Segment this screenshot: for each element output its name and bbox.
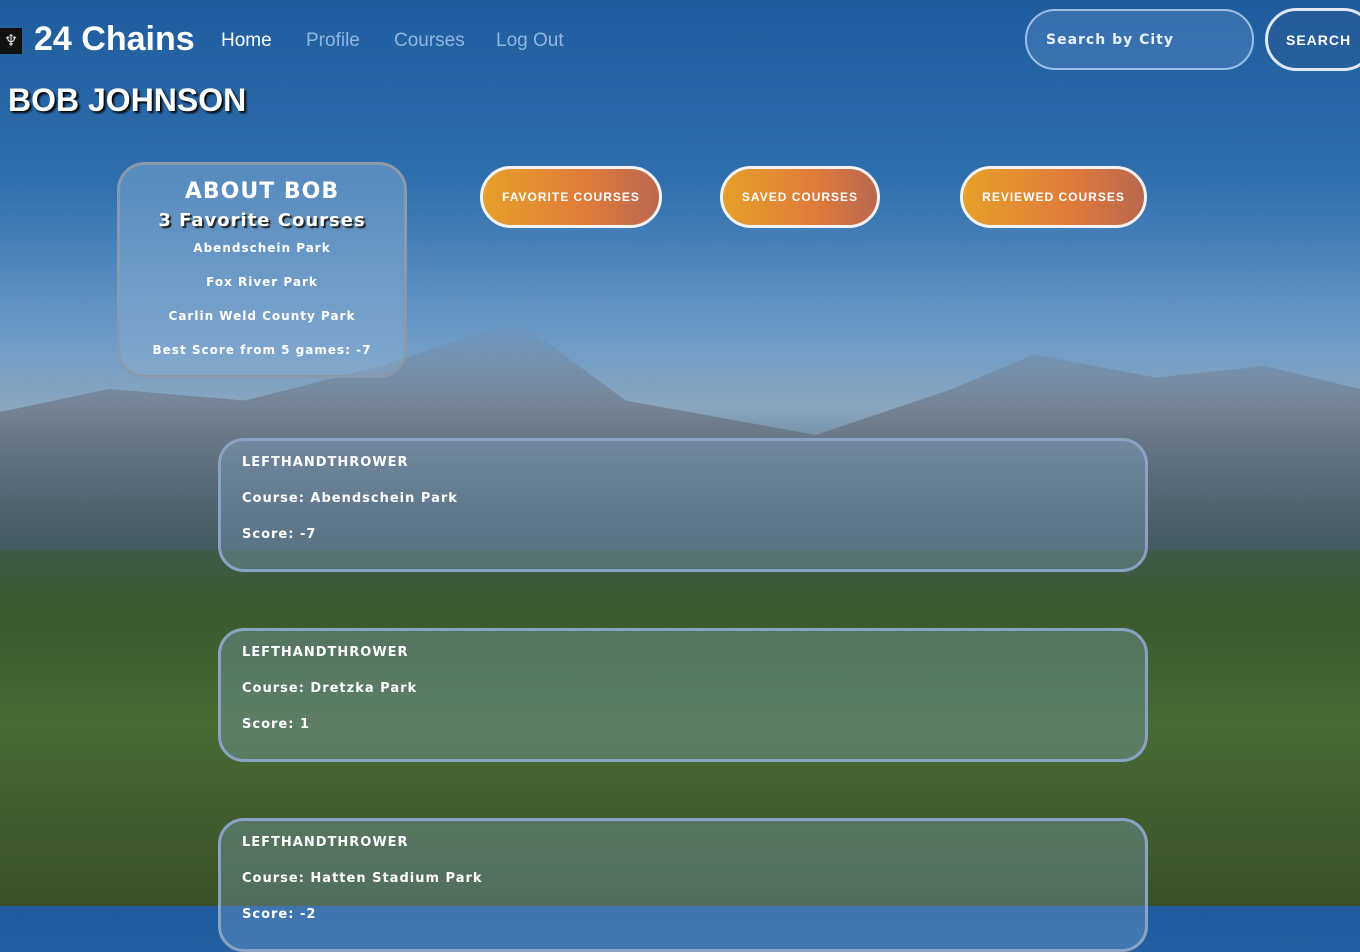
review-score: Score: -7 bbox=[242, 527, 317, 542]
review-course: Course: Dretzka Park bbox=[242, 681, 418, 696]
brand-link[interactable]: 24 Chains bbox=[34, 20, 195, 59]
search-button[interactable]: SEARCH bbox=[1265, 8, 1360, 71]
page-title: BOB JOHNSON bbox=[8, 82, 247, 118]
about-card: ABOUT BOB 3 Favorite Courses Abendschein… bbox=[117, 162, 407, 378]
review-score: Score: 1 bbox=[242, 717, 310, 732]
review-score: Score: -2 bbox=[242, 907, 317, 922]
saved-courses-button[interactable]: SAVED COURSES bbox=[720, 166, 880, 228]
review-card: LEFTHANDTHROWER Course: Hatten Stadium P… bbox=[218, 818, 1148, 952]
favorites-count: 3 Favorite Courses bbox=[158, 210, 366, 231]
favorite-course: Carlin Weld County Park bbox=[168, 309, 356, 323]
favorite-course: Abendschein Park bbox=[193, 241, 331, 255]
review-user: LEFTHANDTHROWER bbox=[242, 455, 409, 470]
disc-golf-basket-icon: ♆ bbox=[0, 28, 22, 54]
nav-home[interactable]: Home bbox=[221, 30, 272, 52]
nav-courses[interactable]: Courses bbox=[394, 30, 465, 52]
nav-logout[interactable]: Log Out bbox=[496, 30, 564, 52]
navbar: ♆ 24 Chains Home Profile Courses Log Out… bbox=[0, 0, 1360, 82]
review-card: LEFTHANDTHROWER Course: Abendschein Park… bbox=[218, 438, 1148, 572]
review-course: Course: Hatten Stadium Park bbox=[242, 871, 483, 886]
favorite-courses-button[interactable]: FAVORITE COURSES bbox=[480, 166, 662, 228]
nav-profile[interactable]: Profile bbox=[306, 30, 360, 52]
review-user: LEFTHANDTHROWER bbox=[242, 835, 409, 850]
review-card: LEFTHANDTHROWER Course: Dretzka Park Sco… bbox=[218, 628, 1148, 762]
favorite-course: Fox River Park bbox=[206, 275, 318, 289]
review-user: LEFTHANDTHROWER bbox=[242, 645, 409, 660]
review-course: Course: Abendschein Park bbox=[242, 491, 458, 506]
about-heading: ABOUT BOB bbox=[184, 179, 340, 204]
city-search-input[interactable] bbox=[1025, 9, 1254, 70]
reviewed-courses-button[interactable]: REVIEWED COURSES bbox=[960, 166, 1147, 228]
best-score: Best Score from 5 games: -7 bbox=[152, 343, 372, 357]
